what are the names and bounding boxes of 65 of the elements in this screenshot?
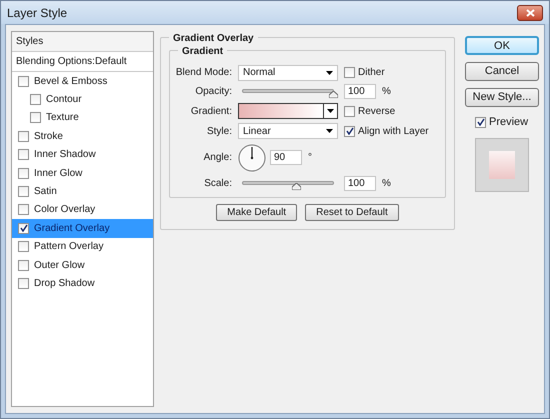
dropdown[interactable]: Normal	[238, 64, 338, 80]
close-button[interactable]	[517, 4, 543, 20]
checkbox[interactable]	[18, 260, 29, 271]
list-header: Styles	[12, 32, 153, 52]
unit-label: °	[308, 151, 312, 165]
number-field[interactable]: 100	[344, 84, 376, 99]
close-icon	[526, 8, 534, 16]
field-label: Blend Mode:	[174, 66, 233, 80]
list-item[interactable]: Inner Glow	[12, 164, 153, 182]
list-item[interactable]: Color Overlay	[12, 200, 153, 220]
list-item[interactable]: Pattern Overlay	[12, 238, 153, 256]
list-item[interactable]: Stroke	[12, 127, 153, 146]
window-title: Layer Style	[7, 4, 68, 22]
checkbox-label: Align with Layer	[358, 124, 429, 138]
checkbox[interactable]	[344, 67, 355, 78]
checkbox[interactable]	[18, 278, 29, 289]
checkbox[interactable]	[18, 186, 29, 198]
angle-dial[interactable]	[238, 144, 266, 172]
checkbox[interactable]	[344, 126, 355, 136]
caret-icon	[326, 70, 333, 74]
checkbox[interactable]	[344, 106, 355, 116]
checkbox[interactable]	[475, 116, 486, 128]
field-label: Opacity:	[194, 85, 233, 99]
gradient-picker[interactable]	[238, 103, 338, 119]
dialog-button[interactable]: OK	[465, 36, 539, 55]
dialog-button[interactable]: Cancel	[465, 62, 539, 81]
list-item[interactable]: Texture	[12, 108, 153, 128]
slider-thumb[interactable]	[292, 182, 302, 190]
list-item[interactable]: Inner Shadow	[12, 146, 153, 164]
checkbox-label: Preview	[489, 115, 528, 130]
caret-icon	[326, 129, 333, 133]
checkbox[interactable]	[18, 168, 29, 179]
dialog-button[interactable]: New Style...	[465, 88, 539, 107]
list-item[interactable]: Outer Glow	[12, 256, 153, 274]
list-item[interactable]: Contour	[12, 90, 153, 109]
slider-thumb[interactable]	[329, 90, 338, 98]
preview-square	[489, 150, 515, 178]
checkbox[interactable]	[18, 76, 29, 87]
checkbox[interactable]	[18, 241, 29, 252]
checkbox[interactable]	[18, 130, 29, 142]
list-item[interactable]: Gradient Overlay	[12, 219, 153, 238]
checkbox[interactable]	[30, 94, 41, 106]
number-field[interactable]: 90	[270, 150, 302, 165]
checkbox[interactable]	[18, 149, 29, 160]
number-field[interactable]: 100	[344, 176, 376, 191]
checkbox[interactable]	[30, 112, 41, 124]
field-label: Gradient:	[190, 104, 233, 118]
list-item[interactable]: Satin	[12, 182, 153, 201]
caret-icon	[327, 109, 334, 113]
checkbox[interactable]	[18, 204, 29, 216]
list-item[interactable]: Bevel & Emboss	[12, 72, 153, 90]
push-button[interactable]: Reset to Default	[305, 204, 399, 221]
unit-label: %	[382, 85, 391, 99]
field-label: Angle:	[202, 151, 233, 165]
push-button[interactable]: Make Default	[216, 204, 298, 221]
list-item[interactable]: Drop Shadow	[12, 274, 153, 293]
checkbox-label: Dither	[358, 66, 385, 80]
field-label: Scale:	[203, 177, 233, 191]
checkbox-label: Reverse	[358, 104, 396, 118]
unit-label: %	[382, 177, 391, 191]
checkbox[interactable]	[18, 222, 29, 234]
dropdown[interactable]: Linear	[238, 123, 338, 139]
group-title: Gradient Overlay	[169, 31, 258, 46]
list-item[interactable]: Blending Options:Default	[12, 52, 153, 72]
field-label: Style:	[206, 124, 233, 138]
